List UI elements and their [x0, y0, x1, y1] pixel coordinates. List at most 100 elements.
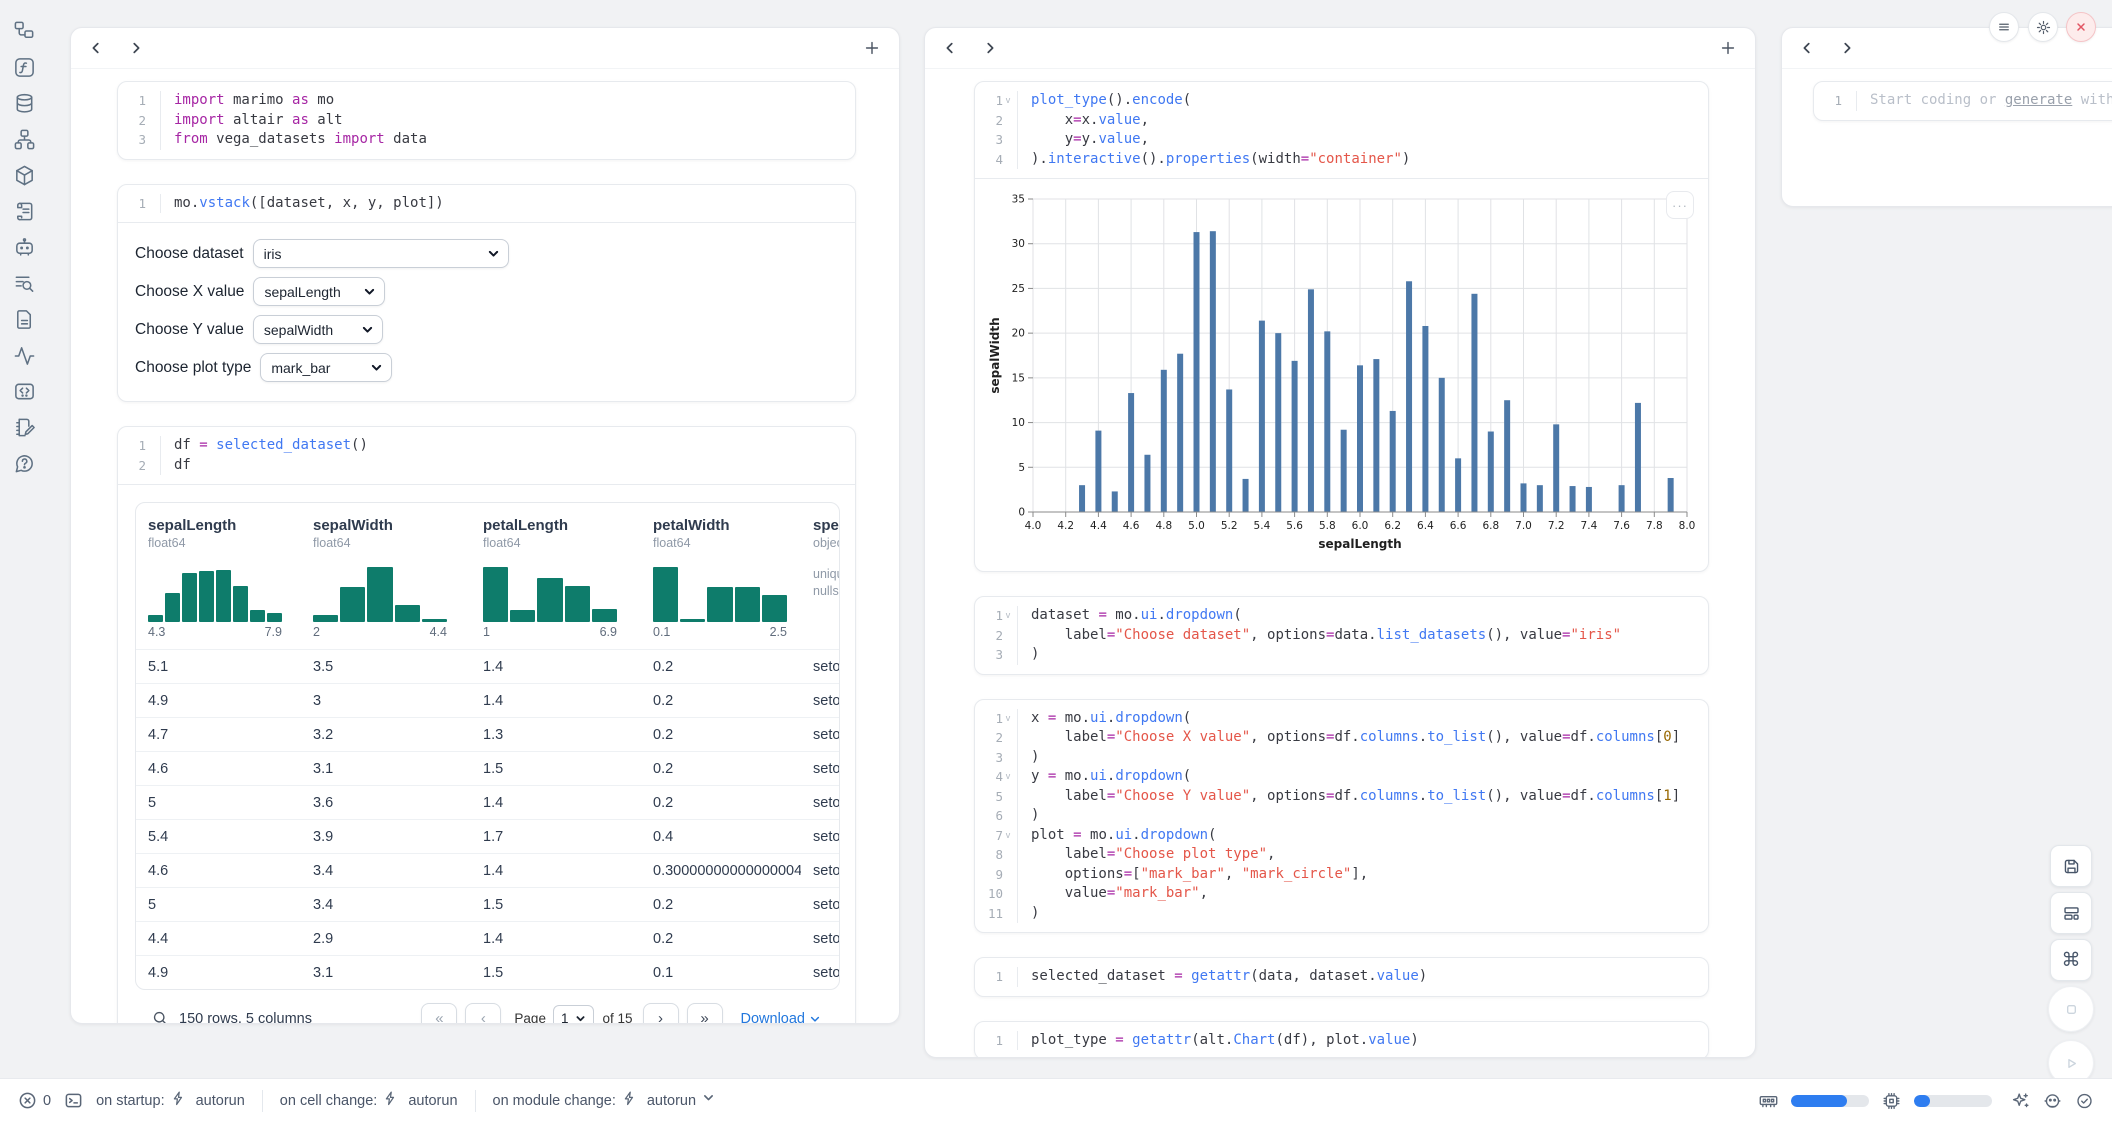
notebook-panel-right: 1 Start coding or generate with AI [1781, 27, 2112, 207]
errors-indicator[interactable]: 0 [18, 1091, 51, 1110]
bar-chart[interactable]: 4.04.24.44.64.85.05.25.45.65.86.06.26.46… [987, 189, 1697, 554]
prev-page-button[interactable]: ‹ [465, 1003, 501, 1024]
script-icon[interactable] [13, 200, 36, 223]
y-value-select[interactable]: sepalWidth [253, 315, 383, 344]
first-page-button[interactable]: « [421, 1003, 457, 1024]
cell-dataframe: 1df = selected_dataset()2df sepalLengthf… [117, 426, 856, 1024]
svg-text:7.6: 7.6 [1613, 520, 1630, 532]
database-icon[interactable] [13, 92, 36, 115]
connection-status-button[interactable] [2075, 1091, 2094, 1110]
panel-forward-icon[interactable] [129, 41, 143, 55]
download-button[interactable]: Download [741, 1011, 822, 1025]
chatbot-icon[interactable] [13, 236, 36, 259]
code-line: 2import altair as alt [118, 111, 855, 131]
code-editor[interactable]: 1vplot_type().encode(2 x=x.value,3 y=y.v… [975, 82, 1708, 178]
next-page-button[interactable]: › [643, 1003, 679, 1024]
code-line: 1df = selected_dataset() [118, 436, 855, 456]
logs-icon[interactable] [13, 272, 36, 295]
code-editor[interactable]: 1mo.vstack([dataset, x, y, plot]) [118, 185, 855, 223]
panel-back-icon[interactable] [1800, 41, 1814, 55]
assistant-button[interactable] [2043, 1091, 2062, 1110]
svg-text:6.6: 6.6 [1450, 520, 1467, 532]
cell-imports: 1import marimo as mo2import altair as al… [117, 81, 856, 160]
table-column-header[interactable]: speciobjecuniqunulls: [801, 517, 840, 639]
svg-text:5.0: 5.0 [1188, 520, 1205, 532]
dependency-graph-icon[interactable] [13, 128, 36, 151]
svg-text:30: 30 [1012, 238, 1025, 250]
cell-plot: 1vplot_type().encode(2 x=x.value,3 y=y.v… [974, 81, 1709, 572]
close-button[interactable] [2066, 12, 2096, 42]
table-row: 5.43.91.70.4setos [136, 819, 840, 853]
panel-back-icon[interactable] [943, 41, 957, 55]
table-column-header[interactable]: petalWidthfloat640.12.5 [641, 517, 801, 639]
table-row: 53.61.40.2setos [136, 785, 840, 819]
svg-text:5.2: 5.2 [1221, 520, 1238, 532]
code-editor[interactable]: 1vdataset = mo.ui.dropdown(2 label="Choo… [975, 597, 1708, 674]
close-icon [2075, 21, 2087, 33]
panel-back-icon[interactable] [89, 41, 103, 55]
on-module-change-setting[interactable]: on module change: autorun [493, 1091, 722, 1110]
x-value-select[interactable]: sepalLength [253, 277, 385, 306]
code-editor[interactable]: 1vx = mo.ui.dropdown(2 label="Choose X v… [975, 700, 1708, 933]
marimo-app: 1import marimo as mo2import altair as al… [0, 0, 2112, 1122]
svg-text:sepalLength: sepalLength [1318, 537, 1401, 551]
stop-button[interactable] [2048, 986, 2094, 1032]
code-editor[interactable]: 1plot_type = getattr(alt.Chart(df), plot… [975, 1022, 1708, 1059]
panel-right-body: 1 Start coding or generate with AI [1782, 69, 2112, 121]
table-column-header[interactable]: sepalLengthfloat644.37.9 [136, 517, 301, 639]
svg-text:15: 15 [1012, 372, 1025, 384]
menu-button[interactable] [1989, 12, 2019, 42]
dataframe-table: sepalLengthfloat644.37.9sepalWidthfloat6… [135, 502, 840, 990]
panel-forward-icon[interactable] [1840, 41, 1854, 55]
scratchpad-icon[interactable] [13, 416, 36, 439]
last-page-button[interactable]: » [687, 1003, 723, 1024]
notebook-panel-left: 1import marimo as mo2import altair as al… [70, 27, 900, 1024]
code-line: 11) [975, 904, 1708, 924]
layout-button[interactable] [2050, 892, 2092, 934]
add-cell-button[interactable] [1717, 37, 1739, 59]
package-icon[interactable] [13, 164, 36, 187]
add-cell-button[interactable] [861, 37, 883, 59]
help-icon[interactable] [13, 452, 36, 475]
code-line: 3 y=y.value, [975, 130, 1708, 150]
code-editor[interactable]: 1import marimo as mo2import altair as al… [118, 82, 855, 159]
plot-type-select[interactable]: mark_bar [260, 353, 392, 382]
panel-right-header [1782, 28, 2112, 69]
page-label: Page [514, 1011, 546, 1024]
file-explorer-icon[interactable] [13, 20, 36, 43]
code-editor[interactable]: 1selected_dataset = getattr(data, datase… [975, 958, 1708, 996]
ram-icon [1759, 1091, 1778, 1110]
generate-ai-link[interactable]: generate [2005, 92, 2072, 108]
table-row: 4.63.11.50.2setos [136, 751, 840, 785]
page-select[interactable]: 1 [553, 1005, 595, 1025]
table-row: 4.93.11.50.1setos [136, 955, 840, 989]
on-cell-change-setting[interactable]: on cell change: autorun [280, 1091, 458, 1110]
snippets-icon[interactable] [13, 380, 36, 403]
divider [262, 1090, 263, 1112]
terminal-button[interactable] [64, 1091, 83, 1110]
chevron-down-icon [370, 361, 383, 374]
play-icon [2063, 1055, 2080, 1072]
chart-output[interactable]: ··· 4.04.24.44.64.85.05.25.45.65.86.06.2… [975, 179, 1708, 571]
search-icon[interactable] [152, 1010, 169, 1024]
table-column-header[interactable]: sepalWidthfloat6424.4 [301, 517, 471, 639]
function-icon[interactable] [13, 56, 36, 79]
chart-actions-button[interactable]: ··· [1666, 191, 1694, 219]
code-line: 4vy = mo.ui.dropdown( [975, 767, 1708, 787]
settings-button[interactable] [2028, 12, 2058, 42]
ai-sparkles-button[interactable] [2011, 1091, 2030, 1110]
dataset-select[interactable]: iris [253, 239, 509, 268]
page-count-label: of 15 [602, 1011, 632, 1024]
panel-left-header [71, 28, 899, 69]
table-column-header[interactable]: petalLengthfloat6416.9 [471, 517, 641, 639]
status-bar: 0 on startup: autorun on cell change: au… [0, 1078, 2112, 1122]
code-editor[interactable]: 1 Start coding or generate with AI [1814, 82, 2112, 120]
tracing-icon[interactable] [13, 344, 36, 367]
keyboard-shortcuts-button[interactable]: ⌘ [2050, 939, 2092, 981]
on-startup-setting[interactable]: on startup: autorun [96, 1091, 245, 1110]
notebook-panel-middle: 1vplot_type().encode(2 x=x.value,3 y=y.v… [924, 27, 1756, 1058]
documentation-icon[interactable] [13, 308, 36, 331]
save-button[interactable] [2050, 845, 2092, 887]
code-editor[interactable]: 1df = selected_dataset()2df [118, 427, 855, 484]
panel-forward-icon[interactable] [983, 41, 997, 55]
